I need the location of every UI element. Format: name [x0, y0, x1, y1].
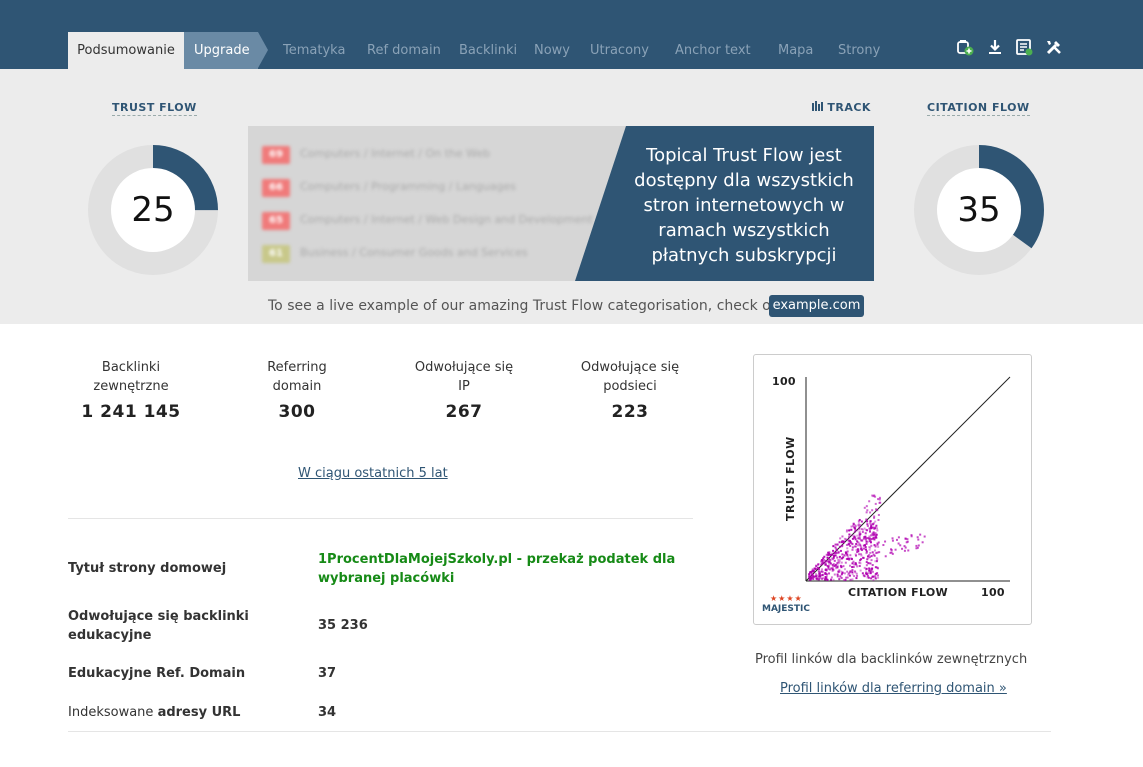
promo-message: Topical Trust Flow jest dostępny dla wsz… — [634, 145, 854, 266]
indexed-urls-value: 34 — [318, 705, 337, 720]
edu-backlinks-value: 35 236 — [318, 618, 368, 633]
x-axis-label: CITATION FLOW — [848, 586, 948, 599]
x-max-label: 100 — [981, 586, 1005, 599]
tab-strony[interactable]: Strony — [838, 32, 880, 69]
period-link[interactable]: W ciągu ostatnich 5 lat — [298, 466, 448, 481]
edu-refdomain-value: 37 — [318, 666, 337, 681]
stat-label: Odwołujące się podsieci — [580, 360, 680, 394]
add-bucket-icon[interactable] — [955, 37, 975, 57]
example-button[interactable]: example.com — [769, 295, 864, 317]
stat-value: 1 241 145 — [81, 402, 181, 422]
tab-upgrade[interactable]: Upgrade — [184, 32, 258, 69]
divider — [68, 518, 693, 519]
edu-backlinks-label: Odwołujące się backlinki edukacyjne — [68, 609, 249, 643]
live-example-text: To see a live example of our amazing Tru… — [268, 298, 786, 314]
stat-referring-ips: Odwołujące się IP 267 — [389, 358, 539, 422]
tab-anchor-text[interactable]: Anchor text — [675, 32, 751, 69]
stat-label: Odwołujące się IP — [414, 360, 514, 394]
download-icon[interactable] — [985, 37, 1005, 57]
tab-podsumowanie[interactable]: Podsumowanie — [68, 32, 184, 69]
stat-label: Referring domain — [267, 360, 327, 394]
profile-backlinks-text: Profil linków dla backlinków zewnętrznyc… — [755, 652, 1028, 667]
y-axis-label: TRUST FLOW — [784, 436, 797, 521]
track-button[interactable]: TRACK — [812, 101, 871, 114]
report-icon[interactable] — [1014, 37, 1034, 57]
tab-mapa[interactable]: Mapa — [778, 32, 813, 69]
trust-flow-value: 25 — [131, 190, 175, 230]
tab-utracony[interactable]: Utracony — [590, 32, 649, 69]
tab-backlinki[interactable]: Backlinki — [459, 32, 517, 69]
stat-value: 267 — [445, 402, 483, 422]
profile-refdomain-link[interactable]: Profil linków dla referring domain » — [780, 681, 1007, 696]
citation-flow-label[interactable]: CITATION FLOW — [927, 101, 1030, 116]
tools-icon[interactable] — [1044, 37, 1064, 57]
stat-external-backlinks: Backlinki zewnętrzne 1 241 145 — [56, 358, 206, 422]
upgrade-arrow-shape — [258, 32, 268, 68]
tab-tematyka[interactable]: Tematyka — [283, 32, 345, 69]
homepage-title-label: Tytuł strony domowej — [68, 561, 227, 576]
citation-flow-value: 35 — [957, 190, 1001, 230]
majestic-stars-icon: ★★★★ — [770, 594, 803, 603]
divider — [68, 731, 1051, 732]
y-max-label: 100 — [772, 375, 796, 388]
stat-label: Backlinki zewnętrzne — [93, 360, 169, 394]
bar-chart-icon — [812, 101, 827, 114]
indexed-urls-label: Indeksowane adresy URL — [68, 705, 241, 720]
homepage-title-value: 1ProcentDlaMojejSzkoly.pl - przekaż poda… — [318, 552, 676, 586]
tab-ref-domain[interactable]: Ref domain — [367, 32, 441, 69]
track-label: TRACK — [827, 101, 871, 114]
topical-trust-flow-promo[interactable]: 69 Computers / Internet / On the Web 66 Co… — [248, 126, 874, 281]
tab-nowy[interactable]: Nowy — [534, 32, 570, 69]
trust-flow-label[interactable]: TRUST FLOW — [112, 101, 197, 116]
stat-value: 223 — [611, 402, 649, 422]
stat-referring-subnets: Odwołujące się podsieci 223 — [555, 358, 705, 422]
stat-value: 300 — [278, 402, 316, 422]
stat-referring-domains: Referring domain 300 — [222, 358, 372, 422]
edu-refdomain-label: Edukacyjne Ref. Domain — [68, 666, 246, 681]
majestic-logo: MAJESTIC — [762, 604, 810, 614]
